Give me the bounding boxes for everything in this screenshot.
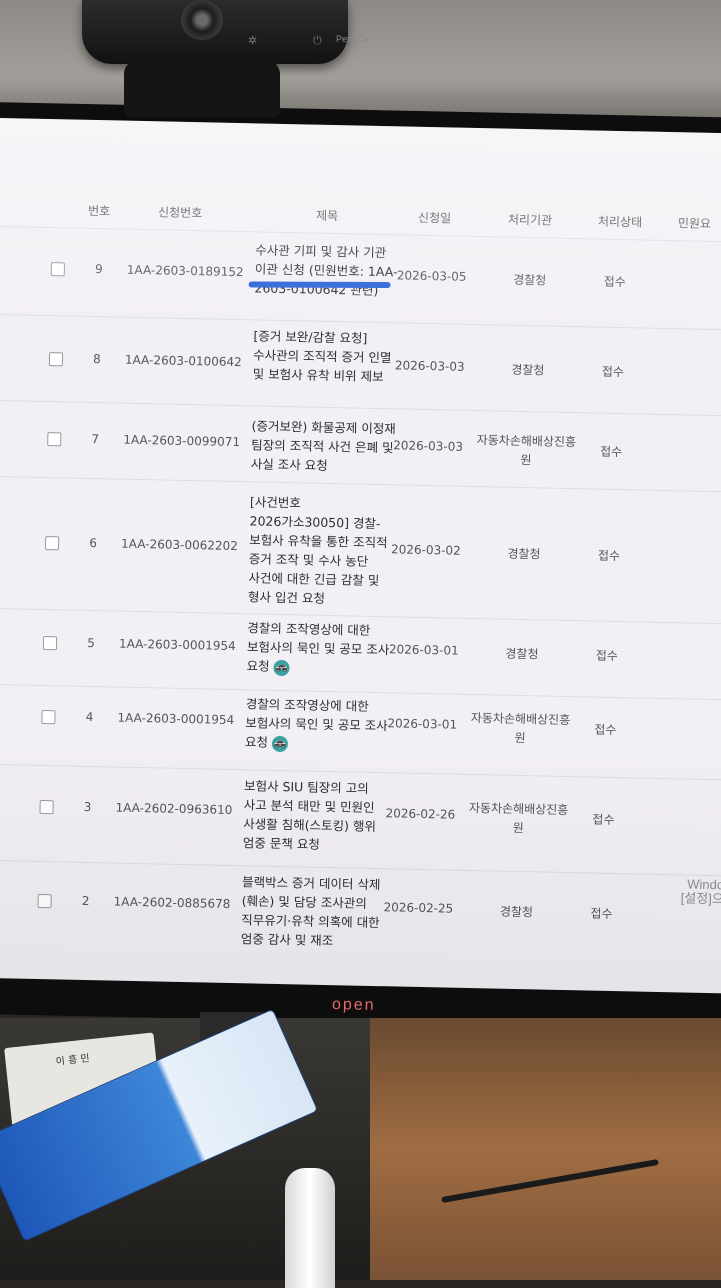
header-date: 신청일: [417, 210, 452, 226]
row-number: 4: [85, 709, 94, 725]
complaint-title-link[interactable]: (증거보완) 화물공제 이정재 팀장의 조직적 사건 은폐 및 사실 조사 요청: [251, 416, 402, 476]
webcam-brand: PengCa: [336, 34, 369, 44]
row-number: 3: [83, 799, 92, 815]
status-badge: 접수: [603, 274, 626, 290]
handling-agency: 경찰청: [511, 362, 545, 378]
spray-bottle: [285, 1168, 335, 1288]
row-number: 9: [94, 262, 103, 277]
application-number: 1AA-2603-0062202: [120, 536, 238, 554]
complaint-title-text: 경찰의 조작영상에 대한 보험사의 묵인 및 공모 조사 요청: [244, 696, 388, 750]
table-row[interactable]: 9 1AA-2603-0189152 수사관 기피 및 감사 기관 이관 신청 …: [0, 225, 721, 331]
submit-date: 2026-02-25: [383, 900, 454, 916]
power-icon: ⏻: [313, 34, 322, 47]
complaint-title-link[interactable]: 경찰의 조작영상에 대한 보험사의 묵인 및 공모 조사 요청 🚓: [246, 618, 397, 678]
row-checkbox[interactable]: [39, 799, 54, 815]
application-number: 1AA-2603-0001954: [117, 710, 235, 728]
status-badge: 접수: [601, 364, 625, 380]
application-number: 1AA-2602-0963610: [115, 800, 233, 818]
row-checkbox[interactable]: [47, 432, 62, 447]
status-badge: 접수: [592, 812, 615, 828]
application-number: 1AA-2603-0100642: [124, 352, 242, 370]
application-number: 1AA-2603-0099071: [123, 432, 241, 450]
webcam-base: [124, 60, 280, 118]
row-number: 7: [91, 431, 100, 447]
handling-agency: 자동차손해배상진흥원: [468, 800, 569, 836]
header-extra: 민원요: [677, 216, 712, 231]
row-number: 2: [81, 893, 90, 909]
complaint-title-text: 수사관 기피 및 감사 기관 이관 신청 (민원번호: 1AA-2603-010…: [254, 242, 398, 298]
status-badge: 접수: [595, 648, 619, 664]
complaint-title-link[interactable]: [사건번호 2026가소30050] 경찰-보험사 유착을 통한 조직적 증거 …: [248, 492, 400, 609]
row-number: 5: [87, 635, 95, 651]
complaint-title-link[interactable]: [증거 보완/감찰 요청] 수사관의 조직적 증거 인멸 및 보험사 유착 비위…: [252, 326, 403, 386]
status-badge: 접수: [599, 444, 623, 460]
table-row[interactable]: 3 1AA-2602-0963610 보험사 SIU 팀장의 고의 사고 분석 …: [0, 763, 721, 877]
application-number: 1AA-2602-0885678: [113, 894, 231, 911]
handling-agency: 경찰청: [507, 546, 541, 562]
complaint-title-link[interactable]: 보험사 SIU 팀장의 고의 사고 분석 태만 및 민원인 사생활 침해(스토킹…: [243, 776, 395, 855]
monitor-logo: uədo: [329, 996, 374, 1015]
status-badge: 접수: [590, 906, 613, 922]
row-number: 6: [89, 535, 98, 551]
status-badge: 접수: [597, 548, 621, 564]
header-agency: 처리기관: [507, 212, 553, 228]
submit-date: 2026-03-05: [396, 268, 467, 284]
submit-date: 2026-03-03: [394, 358, 465, 374]
row-checkbox[interactable]: [44, 536, 60, 551]
submit-date: 2026-03-03: [393, 438, 464, 454]
desk-cork-surface: [370, 1018, 721, 1280]
handling-agency: 경찰청: [505, 646, 539, 662]
handling-agency: 경찰청: [499, 904, 534, 920]
complaint-title-text: 경찰의 조작영상에 대한 보험사의 묵인 및 공모 조사 요청: [246, 620, 390, 674]
star-icon: ✲: [248, 34, 258, 47]
row-checkbox[interactable]: [48, 352, 64, 367]
handling-agency: 자동차손해배상진흥원: [470, 710, 571, 746]
handling-agency: 자동차손해배상진흥원: [476, 433, 577, 468]
header-title: 제목: [315, 208, 339, 224]
complaint-title-link[interactable]: 블랙박스 증거 데이터 삭제(훼손) 및 담당 조사관의 직무유기·유착 의혹에…: [240, 872, 392, 961]
table-row[interactable]: 6 1AA-2603-0062202 [사건번호 2026가소30050] 경찰…: [0, 475, 721, 625]
webcam-lens: [181, 0, 223, 40]
submit-date: 2026-03-02: [390, 542, 461, 558]
submit-date: 2026-02-26: [385, 806, 456, 822]
card-name: 이 흥 민: [55, 1053, 91, 1068]
submit-date: 2026-03-01: [388, 642, 459, 658]
complaint-title-link[interactable]: 경찰의 조작영상에 대한 보험사의 묵인 및 공모 조사 요청 🚓: [245, 694, 396, 754]
row-checkbox[interactable]: [37, 893, 52, 909]
row-checkbox[interactable]: [42, 636, 58, 651]
submit-date: 2026-03-01: [387, 716, 458, 732]
row-checkbox[interactable]: [50, 262, 65, 277]
application-number: 1AA-2603-0189152: [126, 262, 244, 280]
monitor-screen: 번호 신청번호 제목 신청일 처리기관 처리상태 민원요 9 1AA-2603-…: [0, 118, 721, 994]
header-status: 처리상태: [597, 214, 643, 230]
handling-agency: 경찰청: [513, 272, 547, 288]
application-number: 1AA-2603-0001954: [118, 636, 236, 654]
police-car-icon: 🚓: [273, 659, 290, 676]
row-number: 8: [92, 352, 101, 367]
watermark-line-2: [설정]으: [680, 890, 721, 907]
status-badge: 접수: [594, 722, 617, 738]
police-car-icon: 🚓: [271, 735, 289, 752]
row-checkbox[interactable]: [41, 710, 56, 725]
table-row[interactable]: 2 1AA-2602-0885678 블랙박스 증거 데이터 삭제(훼손) 및 …: [0, 859, 721, 977]
complaint-title-link[interactable]: 수사관 기피 및 감사 기관 이관 신청 (민원번호: 1AA-2603-010…: [248, 240, 405, 300]
windows-activation-watermark: Windo [설정]으: [664, 877, 721, 907]
table-header: 번호 신청번호 제목 신청일 처리기관 처리상태 민원요: [0, 200, 721, 232]
header-appno: 신청번호: [157, 205, 203, 221]
header-num: 번호: [87, 203, 111, 219]
